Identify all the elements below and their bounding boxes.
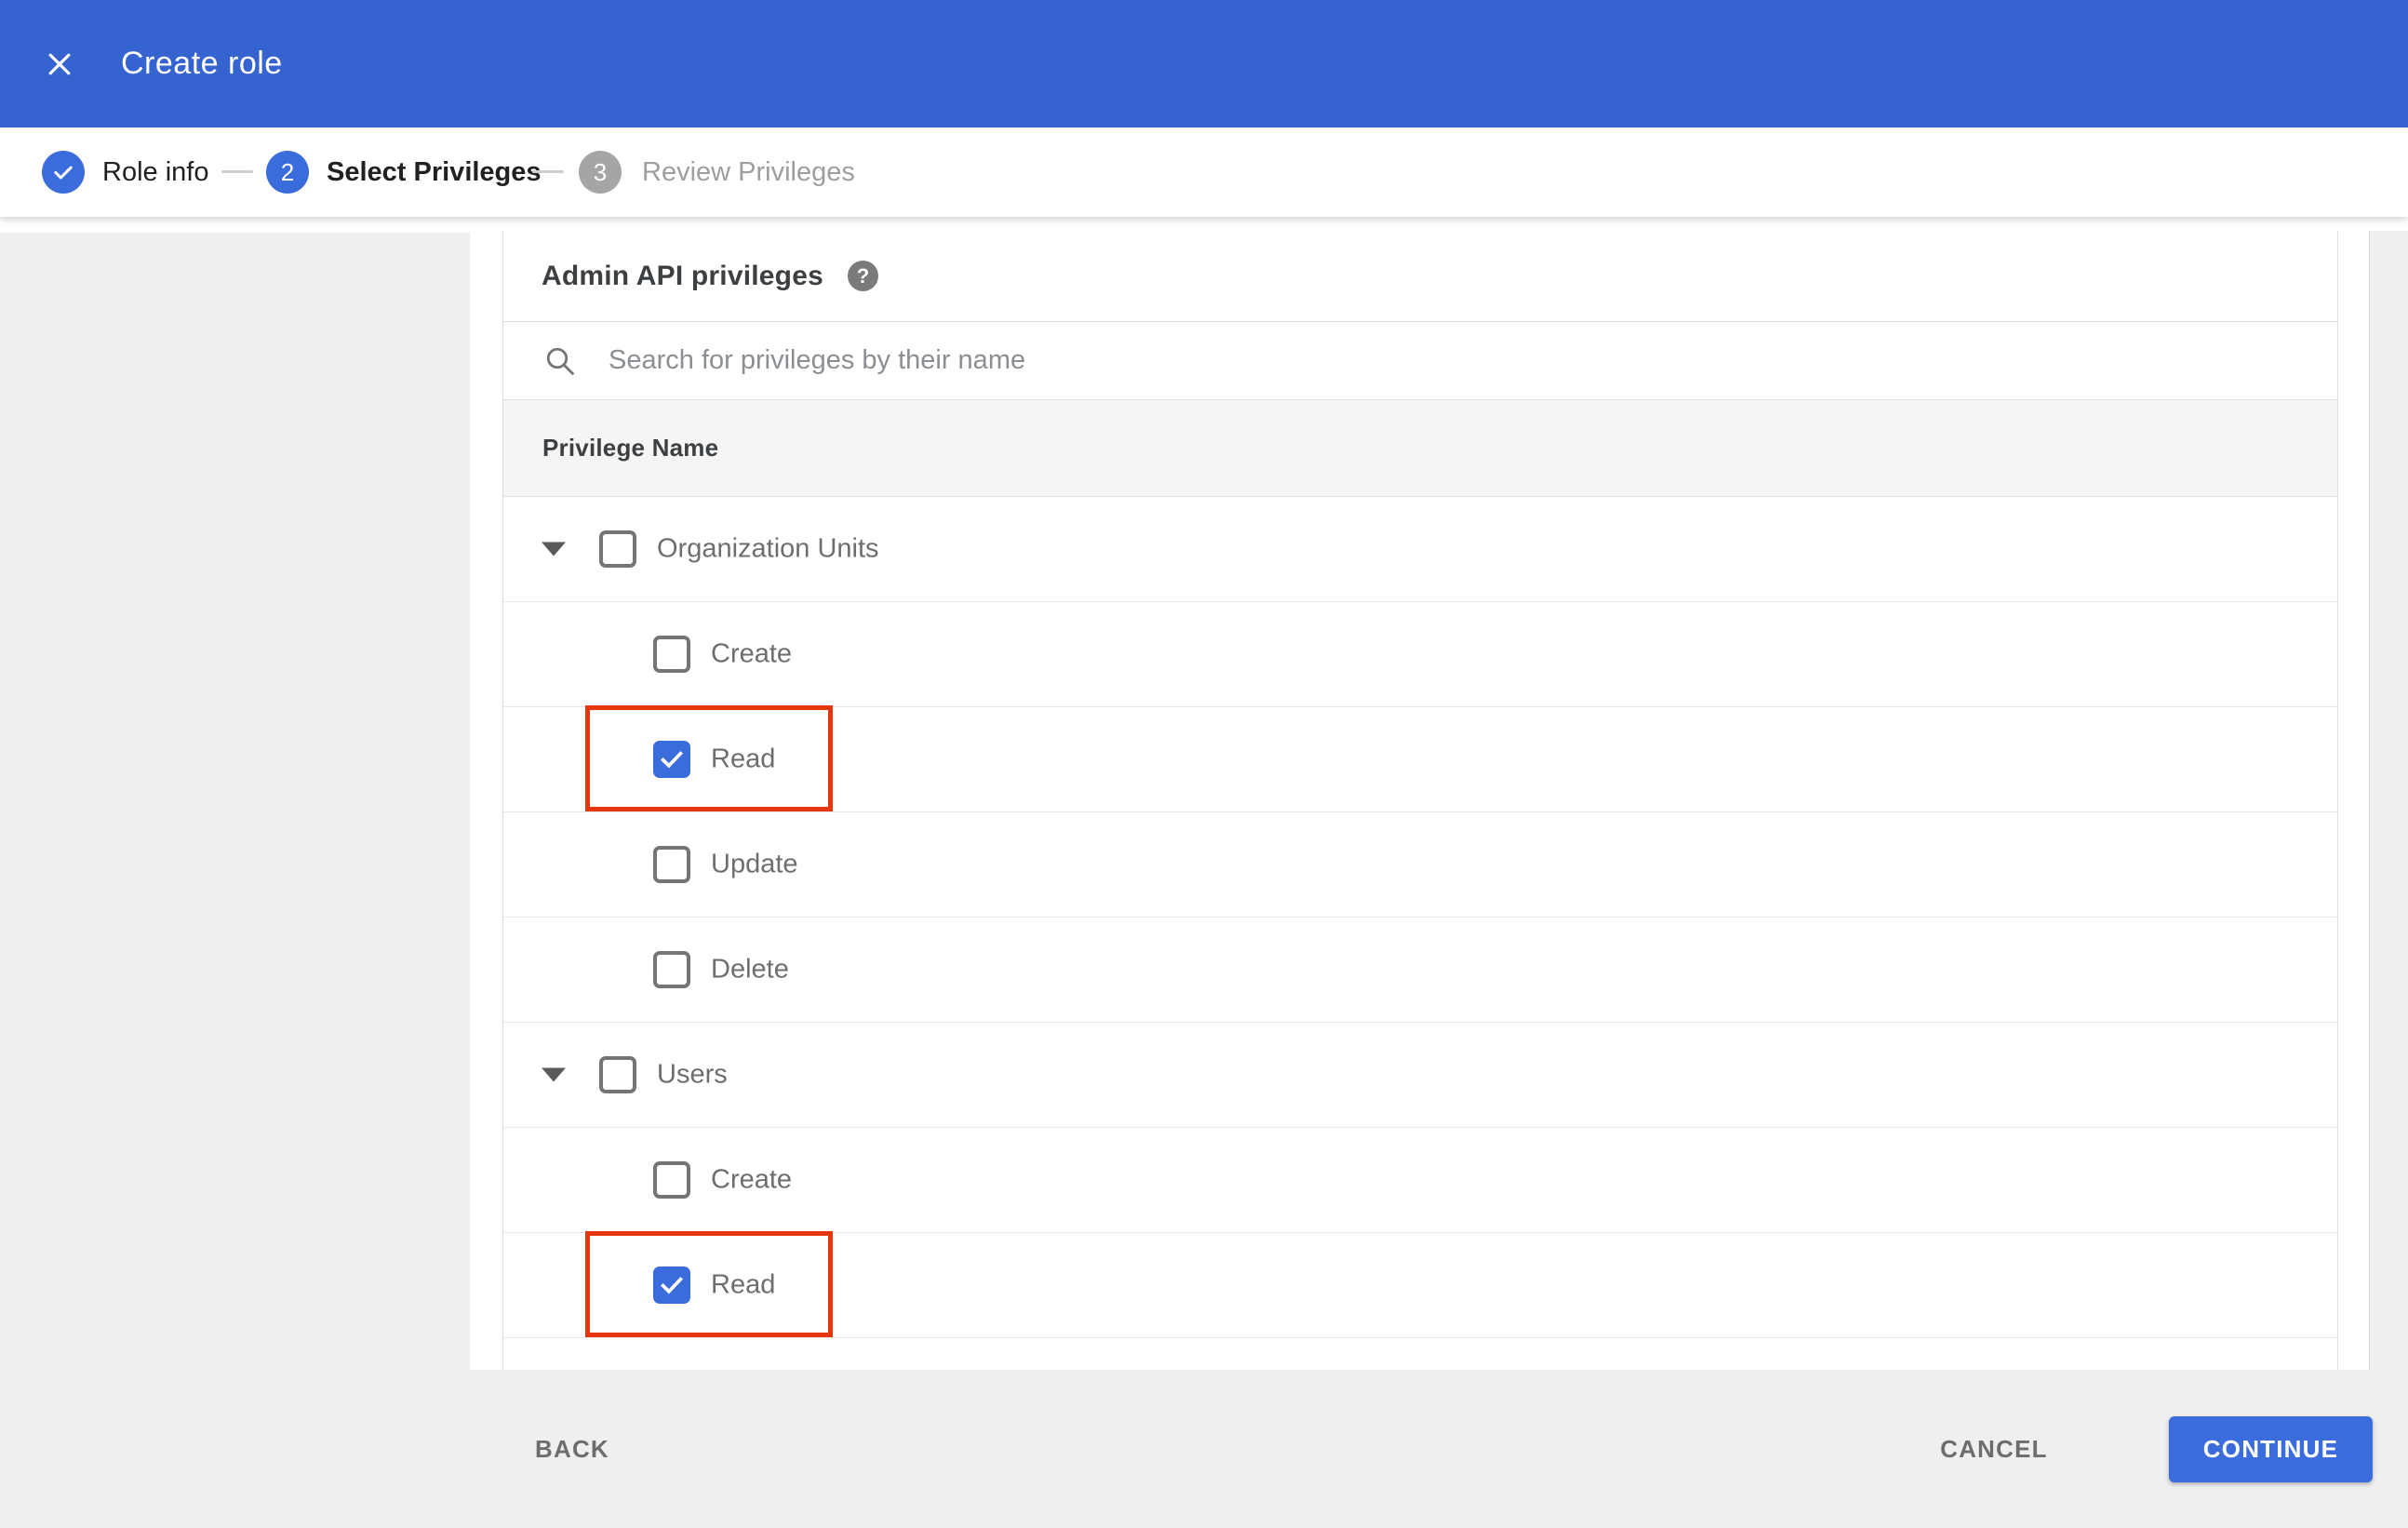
search-input[interactable] [609, 345, 1911, 376]
privilege-row-ou-update: Update [503, 812, 2337, 918]
dialog-title: Create role [121, 46, 283, 81]
step-1-complete-icon[interactable] [42, 151, 85, 194]
help-icon[interactable]: ? [847, 261, 878, 291]
step-3-number: 3 [579, 151, 622, 194]
highlight-annotation-box [585, 1231, 833, 1337]
step-3-label: Review Privileges [642, 157, 855, 187]
section-title: Admin API privileges [542, 260, 823, 291]
privilege-row-ou-read: Read [503, 705, 2337, 812]
step-connector [532, 170, 564, 173]
highlight-annotation-box [585, 705, 833, 811]
privilege-row-users-read: Read [503, 1231, 2337, 1338]
back-button[interactable]: BACK [515, 1416, 630, 1482]
step-2-number[interactable]: 2 [266, 151, 309, 194]
continue-button[interactable]: CONTINUE [2169, 1416, 2373, 1482]
checkbox-ou-read[interactable] [653, 741, 690, 778]
footer-bar: BACK CANCEL CONTINUE [0, 1370, 2408, 1528]
row-label: Users [657, 1059, 728, 1090]
collapse-arrow-icon[interactable] [542, 1067, 566, 1082]
privilege-row-ou-create: Create [503, 602, 2337, 707]
privilege-row-users: Users [503, 1023, 2337, 1128]
checkbox-users-read[interactable] [653, 1267, 690, 1304]
close-icon[interactable] [41, 46, 78, 83]
checkbox-users[interactable] [599, 1056, 636, 1093]
row-label: Delete [711, 954, 789, 985]
stepper: Role info 2 Select Privileges 3 Review P… [0, 127, 2408, 217]
row-label: Create [711, 1164, 793, 1195]
privileges-card: Admin API privileges ? Privilege Name Or… [502, 231, 2338, 1370]
checkbox-users-create[interactable] [653, 1161, 690, 1199]
checkbox-ou-update[interactable] [653, 846, 690, 883]
row-label: Read [711, 1269, 776, 1300]
row-label: Update [711, 849, 798, 879]
row-label: Read [711, 744, 776, 774]
section-title-row: Admin API privileges ? [503, 231, 2337, 322]
privilege-row-organization-units: Organization Units [503, 497, 2337, 602]
step-1-label[interactable]: Role info [102, 127, 208, 217]
left-background-panel [0, 233, 470, 1528]
checkbox-organization-units[interactable] [599, 530, 636, 568]
cancel-button[interactable]: CANCEL [1920, 1416, 2068, 1482]
right-scrollbar-track[interactable] [2369, 231, 2408, 1370]
row-label: Organization Units [657, 533, 879, 564]
privilege-row-ou-delete: Delete [503, 918, 2337, 1023]
checkbox-ou-delete[interactable] [653, 951, 690, 988]
search-row [503, 322, 2337, 400]
row-label: Create [711, 638, 793, 669]
privilege-row-users-create: Create [503, 1128, 2337, 1233]
checkbox-ou-create[interactable] [653, 636, 690, 673]
table-column-header: Privilege Name [503, 400, 2337, 497]
dialog-header-bar: Create role [0, 0, 2408, 127]
collapse-arrow-icon[interactable] [542, 542, 566, 556]
step-connector [221, 170, 253, 173]
step-2-label[interactable]: Select Privileges [327, 127, 542, 217]
search-icon [546, 347, 574, 375]
